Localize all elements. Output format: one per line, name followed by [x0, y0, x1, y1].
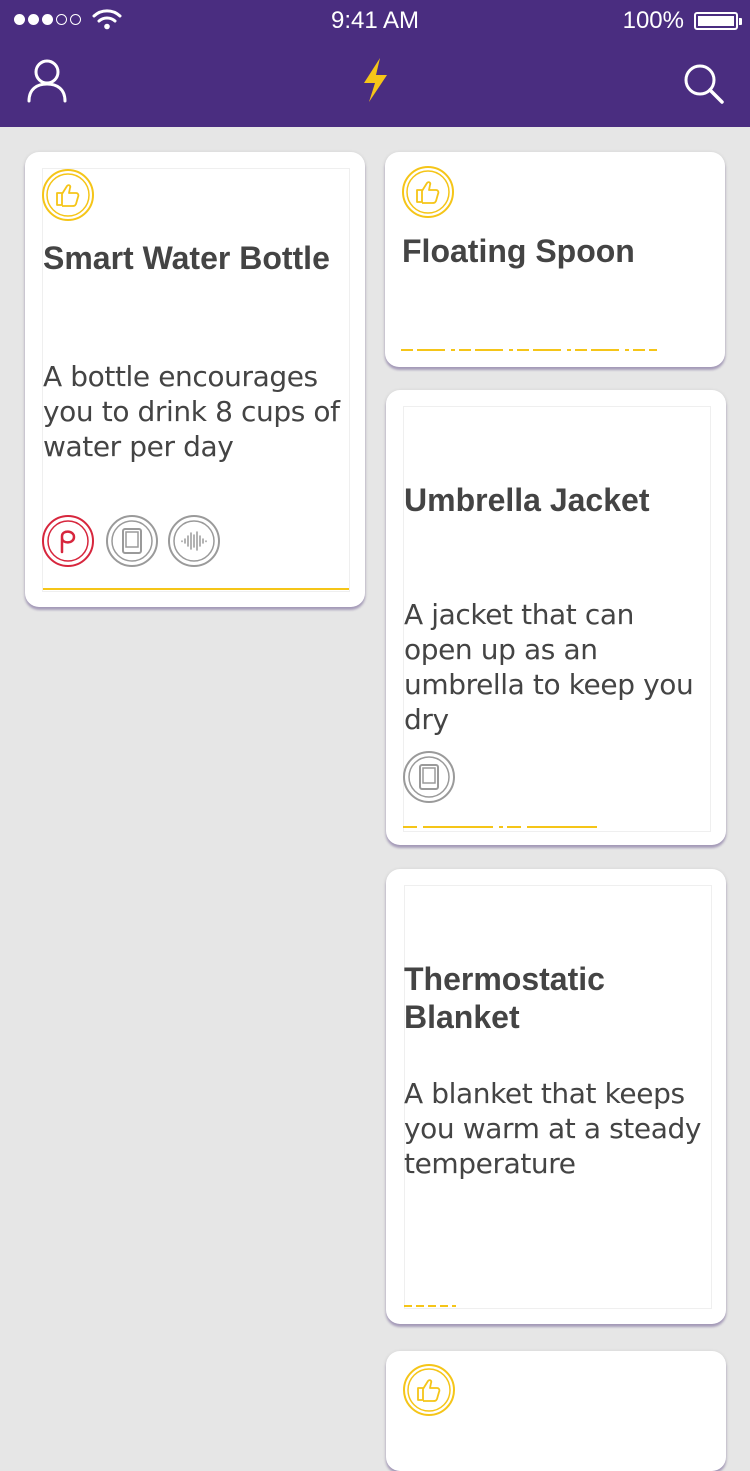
progress-line	[43, 588, 349, 590]
thumbs-up-icon[interactable]	[41, 168, 95, 222]
product-card[interactable]: Floating Spoon	[385, 152, 725, 367]
thumbs-up-icon[interactable]	[401, 165, 455, 219]
progress-line	[404, 1305, 456, 1307]
product-card[interactable]	[386, 1351, 726, 1471]
card-description: A bottle encourages you to drink 8 cups …	[43, 360, 340, 463]
status-bar: 9:41 AM 100%	[0, 0, 750, 44]
battery-percentage: 100%	[622, 7, 684, 34]
tablet-icon[interactable]	[402, 750, 456, 804]
card-title: Floating Spoon	[402, 233, 635, 269]
product-card[interactable]: Smart Water Bottle A bottle encourages y…	[25, 152, 365, 607]
p-brand-icon[interactable]	[41, 514, 95, 568]
lightning-bolt-icon[interactable]	[358, 56, 392, 104]
app-header: 9:41 AM 100%	[0, 0, 750, 127]
thumbs-up-icon[interactable]	[402, 1363, 456, 1417]
product-card[interactable]: Thermostatic Blanket A blanket that keep…	[386, 869, 726, 1324]
card-title: Thermostatic Blanket	[404, 961, 605, 1035]
product-card[interactable]: Umbrella Jacket A jacket that can open u…	[386, 390, 726, 845]
card-title: Umbrella Jacket	[404, 482, 650, 518]
user-icon[interactable]	[24, 57, 70, 103]
tablet-icon[interactable]	[105, 514, 159, 568]
sound-wave-icon[interactable]	[167, 514, 221, 568]
progress-line	[403, 826, 603, 828]
search-icon[interactable]	[682, 62, 726, 106]
progress-line	[401, 349, 657, 351]
card-description: A jacket that can open up as an umbrella…	[404, 598, 694, 736]
card-description: A blanket that keeps you warm at a stead…	[404, 1077, 701, 1180]
battery-icon	[694, 12, 742, 30]
card-title: Smart Water Bottle	[43, 240, 330, 276]
